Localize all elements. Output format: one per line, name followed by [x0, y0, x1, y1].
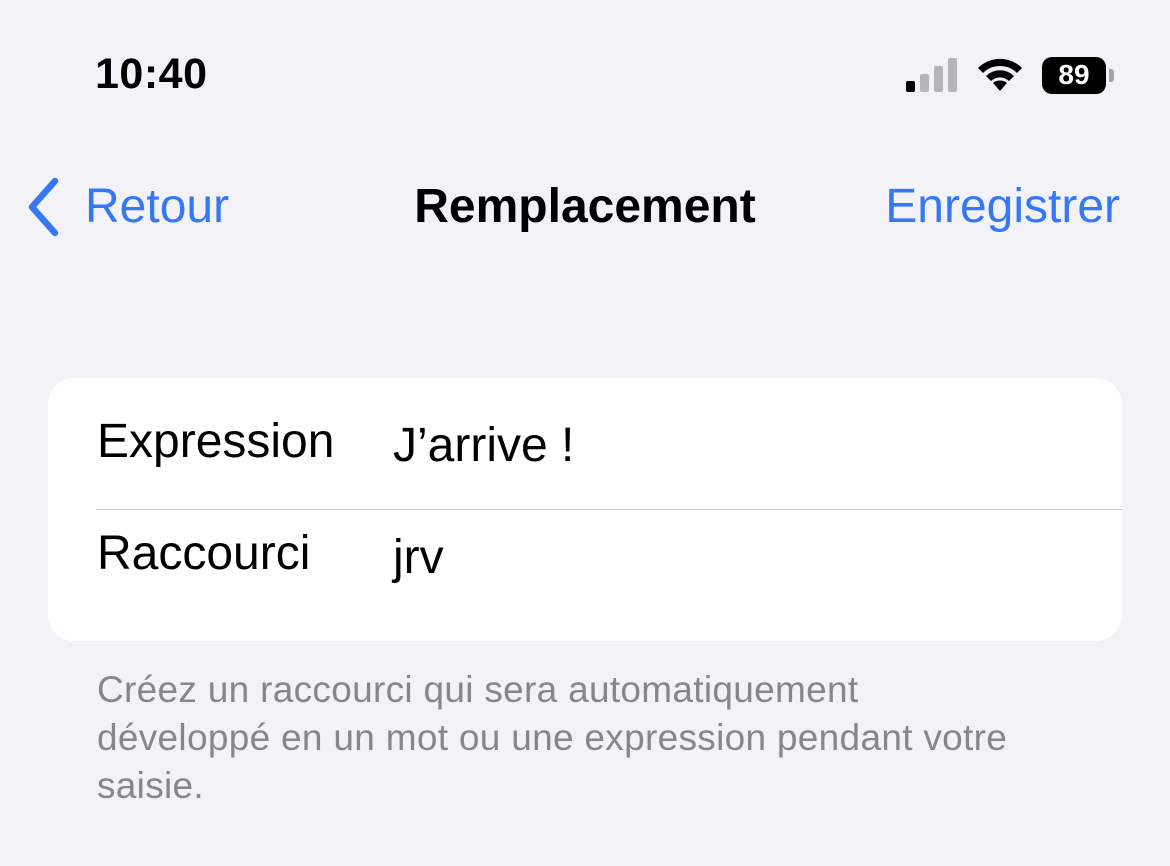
battery-level: 89 — [1042, 56, 1106, 94]
back-label: Retour — [85, 180, 230, 233]
replacement-form: Expression J’arrive ! Raccourci jrv — [48, 378, 1122, 641]
expression-label: Expression — [97, 415, 335, 468]
cellular-signal-icon — [906, 58, 957, 92]
status-indicators: 89 — [906, 55, 1114, 95]
footer-help-text: Créez un raccourci qui sera automatiquem… — [97, 669, 1008, 806]
shortcut-field[interactable]: jrv — [393, 528, 1082, 588]
page-title: Remplacement — [414, 180, 756, 233]
shortcut-row[interactable]: Raccourci jrv — [48, 510, 1122, 641]
status-time: 10:40 — [95, 50, 208, 98]
battery-cap — [1109, 68, 1114, 82]
screen: 10:40 89 Retour Remplacement Enregistrer — [0, 0, 1170, 866]
battery-indicator: 89 — [1042, 56, 1114, 94]
back-button[interactable]: Retour — [25, 175, 229, 239]
save-button[interactable]: Enregistrer — [885, 175, 1120, 239]
expression-row[interactable]: Expression J’arrive ! — [48, 378, 1122, 509]
shortcut-label: Raccourci — [97, 527, 311, 580]
wifi-icon — [978, 58, 1022, 91]
chevron-left-icon — [28, 177, 59, 237]
expression-field[interactable]: J’arrive ! — [393, 416, 1082, 476]
